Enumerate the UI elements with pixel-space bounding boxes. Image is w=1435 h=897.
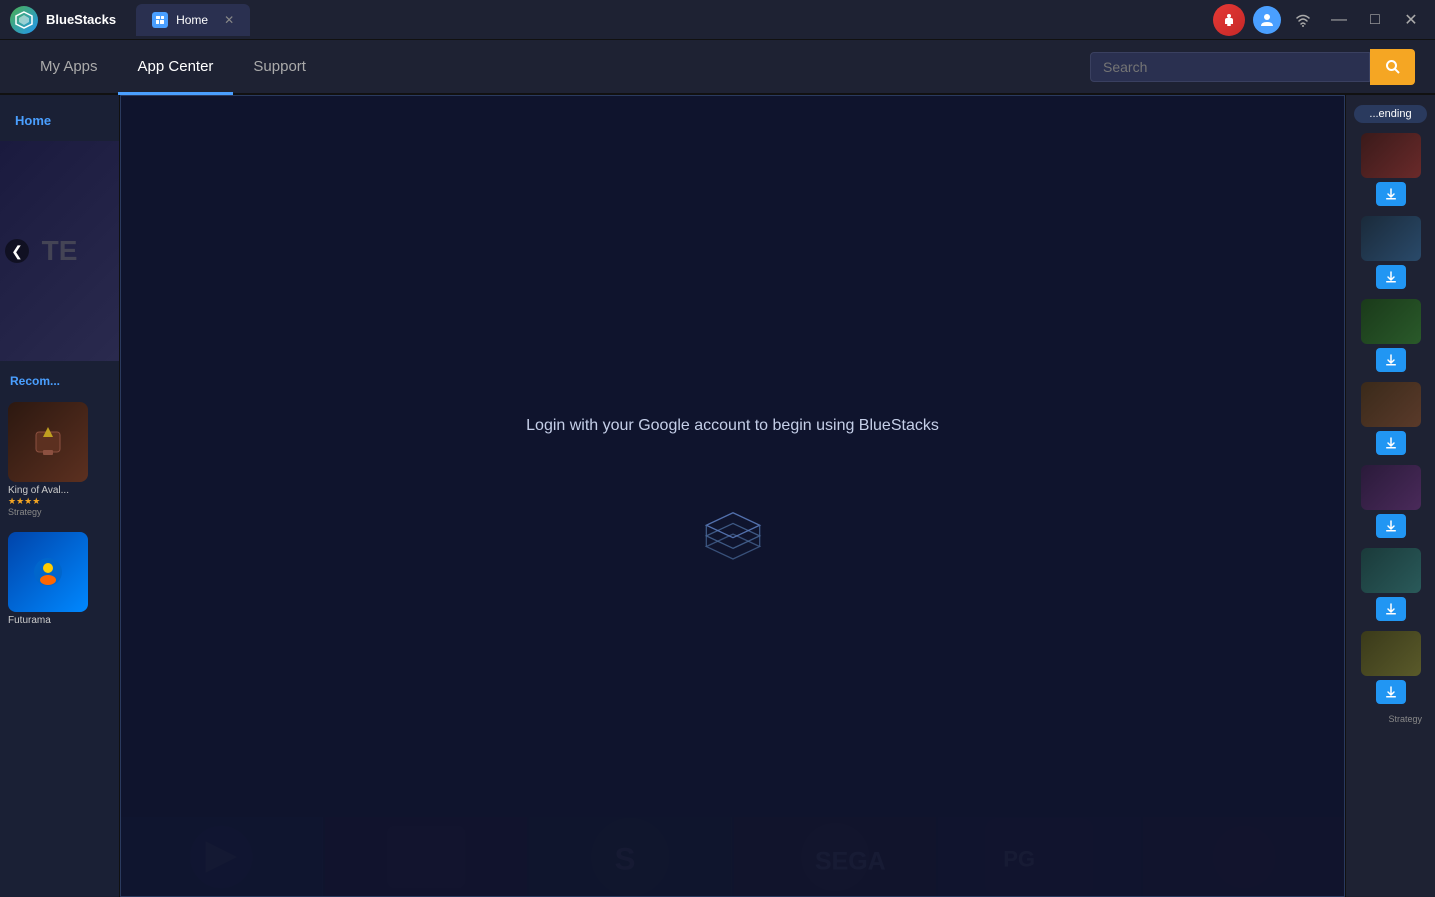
nav-bar: My Apps App Center Support [0, 40, 1435, 95]
featured-game-banner[interactable]: TE ❮ [0, 141, 119, 361]
download-button-4[interactable] [1376, 431, 1406, 455]
tab-app-center[interactable]: App Center [118, 40, 234, 95]
right-game-thumb-1 [1361, 133, 1421, 178]
right-game-thumb-4 [1361, 382, 1421, 427]
king-game-stars: ★★★★ [8, 496, 111, 507]
active-tab[interactable]: Home ✕ [136, 4, 250, 36]
wifi-icon [1289, 6, 1317, 34]
download-button-1[interactable] [1376, 182, 1406, 206]
right-game-row-3 [1354, 299, 1427, 372]
center-content: S SEGA PG [120, 95, 1345, 897]
login-title: Login with your Google account to begin … [526, 417, 939, 435]
download-button-5[interactable] [1376, 514, 1406, 538]
sidebar-home-label[interactable]: Home [0, 105, 119, 136]
notifications-icon[interactable] [1213, 4, 1245, 36]
close-button[interactable]: ✕ [1397, 6, 1425, 34]
main-area: Home TE ❮ Recom... King of Aval... [0, 95, 1435, 897]
right-game-row-4 [1354, 382, 1427, 455]
download-button-3[interactable] [1376, 348, 1406, 372]
king-game-name: King of Aval... [8, 485, 111, 496]
app-logo: BlueStacks [10, 6, 116, 34]
king-game-genre: Strategy [8, 507, 111, 517]
right-game-row-6 [1354, 548, 1427, 621]
search-button[interactable] [1370, 49, 1415, 85]
right-game-thumb-6 [1361, 548, 1421, 593]
right-game-thumb-5 [1361, 465, 1421, 510]
right-game-thumb-7 [1361, 631, 1421, 676]
sidebar-game-card-2[interactable]: Futurama [0, 527, 119, 631]
login-modal: Login with your Google account to begin … [120, 95, 1345, 897]
sidebar-game-card-1[interactable]: King of Aval... ★★★★ Strategy [0, 397, 119, 522]
strategy-label: Strategy [1354, 714, 1427, 724]
download-button-7[interactable] [1376, 680, 1406, 704]
bluestacks-logo-icon [10, 6, 38, 34]
king-game-thumbnail [8, 402, 88, 482]
download-button-6[interactable] [1376, 597, 1406, 621]
recommended-label: Recom... [0, 366, 119, 392]
right-game-row-2 [1354, 216, 1427, 289]
tab-home-icon [152, 12, 168, 28]
window-controls: — □ ✕ [1213, 4, 1425, 36]
right-panel: ...ending [1345, 95, 1435, 897]
tab-support[interactable]: Support [233, 40, 326, 95]
user-icon[interactable] [1253, 6, 1281, 34]
futurama-game-name: Futurama [8, 615, 111, 626]
minimize-button[interactable]: — [1325, 6, 1353, 34]
bluestacks-loading-icon [693, 495, 773, 575]
right-game-row-1 [1354, 133, 1427, 206]
tab-my-apps[interactable]: My Apps [20, 40, 118, 95]
right-game-row-7 [1354, 631, 1427, 704]
search-wrapper [1090, 52, 1370, 82]
right-game-thumb-3 [1361, 299, 1421, 344]
carousel-prev-button[interactable]: ❮ [5, 239, 29, 263]
search-area [1090, 40, 1415, 93]
game-image-futurama [8, 532, 88, 612]
featured-game-title: TE [42, 233, 78, 269]
stack-layers-icon [693, 495, 773, 575]
sidebar: Home TE ❮ Recom... King of Aval... [0, 95, 120, 897]
right-game-row-5 [1354, 465, 1427, 538]
futurama-game-thumbnail [8, 532, 88, 612]
search-input[interactable] [1103, 59, 1357, 75]
download-button-2[interactable] [1376, 265, 1406, 289]
trending-label: ...ending [1354, 105, 1427, 123]
game-image-king [8, 402, 88, 482]
app-name: BlueStacks [46, 12, 116, 27]
tab-close-icon[interactable]: ✕ [224, 13, 234, 27]
tab-label: Home [176, 13, 208, 27]
right-game-thumb-2 [1361, 216, 1421, 261]
maximize-button[interactable]: □ [1361, 6, 1389, 34]
title-bar: BlueStacks Home ✕ [0, 0, 1435, 40]
